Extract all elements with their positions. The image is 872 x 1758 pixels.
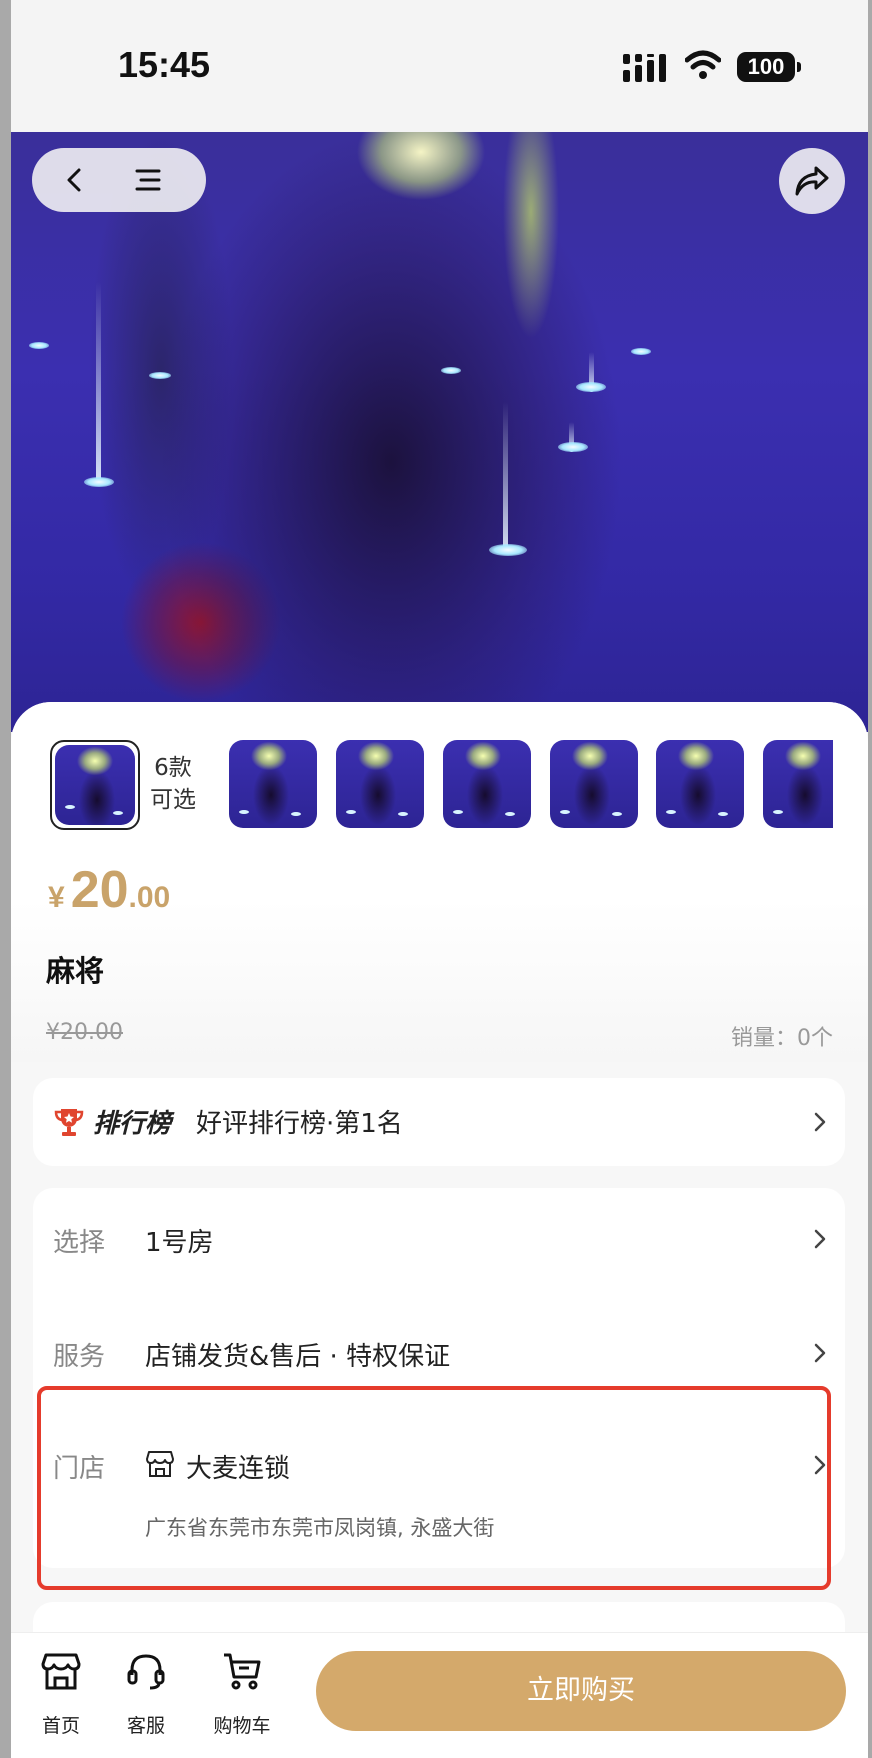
ranking-brand: 排行榜 — [93, 1109, 172, 1139]
sale-price: ¥20.00 — [48, 860, 170, 920]
headset-icon — [127, 1654, 165, 1690]
sales-count: 销量：0个 — [731, 1026, 833, 1051]
variant-thumbnail[interactable] — [763, 740, 833, 828]
chevron-right-icon — [814, 1112, 826, 1132]
trophy-icon — [54, 1109, 84, 1136]
product-info-card: 6款 可选 ¥20.00 麻将 ¥20.00 销量：0个 排行榜 好评排行榜·第… — [11, 702, 868, 1758]
wifi-icon — [685, 50, 721, 79]
status-bar: 15:45 100 — [11, 0, 868, 132]
fountain-pool — [149, 372, 171, 379]
variant-thumbnail-selected[interactable] — [55, 745, 135, 825]
fountain-pool — [558, 442, 588, 452]
service-label: 服务 — [53, 1342, 106, 1372]
fountain-pool — [29, 342, 49, 349]
nav-pill — [32, 148, 206, 212]
product-title: 麻将 — [46, 954, 105, 988]
variant-count-number: 6款 — [154, 755, 192, 781]
tab-home-label: 首页 — [41, 1715, 80, 1737]
ranking-text: 好评排行榜·第1名 — [196, 1109, 403, 1139]
status-time: 15:45 — [118, 44, 211, 85]
fountain-jet — [503, 402, 508, 552]
tab-customer-service-label: 客服 — [126, 1715, 165, 1737]
buy-now-button[interactable]: 立即购买 — [316, 1651, 846, 1731]
share-button[interactable] — [779, 148, 845, 214]
variant-count: 6款 可选 — [141, 752, 205, 816]
tab-cart[interactable]: 购物车 — [207, 1633, 277, 1758]
chevron-right-icon — [814, 1343, 826, 1363]
fountain-pool — [84, 477, 114, 487]
tab-home[interactable]: 首页 — [31, 1633, 91, 1758]
select-label: 选择 — [53, 1228, 106, 1258]
fountain-pool — [489, 544, 527, 556]
original-price: ¥20.00 — [46, 1020, 123, 1045]
variant-count-label: 可选 — [150, 787, 196, 813]
price-decimal: .00 — [128, 881, 171, 914]
variant-thumbnail[interactable] — [443, 740, 531, 828]
fountain-jet — [96, 282, 101, 482]
share-icon — [795, 166, 829, 196]
variant-thumbnail[interactable] — [336, 740, 424, 828]
service-value: 店铺发货&售后 · 特权保证 — [145, 1342, 451, 1372]
price-integer: 20 — [70, 861, 129, 919]
tab-customer-service[interactable]: 客服 — [116, 1633, 176, 1758]
menu-button[interactable] — [119, 148, 206, 212]
chevron-right-icon — [814, 1229, 826, 1249]
battery-indicator: 100 — [737, 52, 801, 82]
store-home-icon — [41, 1653, 81, 1690]
ranking-row[interactable]: 排行榜 好评排行榜·第1名 — [33, 1078, 845, 1166]
variant-thumbnail[interactable] — [550, 740, 638, 828]
menu-icon — [135, 169, 161, 191]
back-button[interactable] — [32, 148, 119, 212]
phone-screen: 15:45 100 6款 可选 ¥ 20.00 麻将 ¥20.00 销量：0个 … — [11, 0, 868, 1758]
product-hero-image — [11, 132, 868, 732]
bottom-action-bar: 首页 客服 购物车 立即购买 — [11, 1632, 868, 1758]
tab-cart-label: 购物车 — [213, 1715, 271, 1737]
store-highlight-box — [37, 1386, 831, 1590]
cart-icon — [224, 1653, 261, 1690]
price-currency: ¥ — [48, 881, 65, 914]
variant-thumbnail[interactable] — [656, 740, 744, 828]
fountain-pool — [576, 382, 606, 392]
fountain-pool — [631, 348, 651, 355]
fountain-pool — [441, 367, 461, 374]
signal-icon — [623, 54, 666, 82]
chevron-left-icon — [67, 168, 81, 192]
select-value: 1号房 — [145, 1228, 214, 1258]
variant-thumbnail[interactable] — [229, 740, 317, 828]
